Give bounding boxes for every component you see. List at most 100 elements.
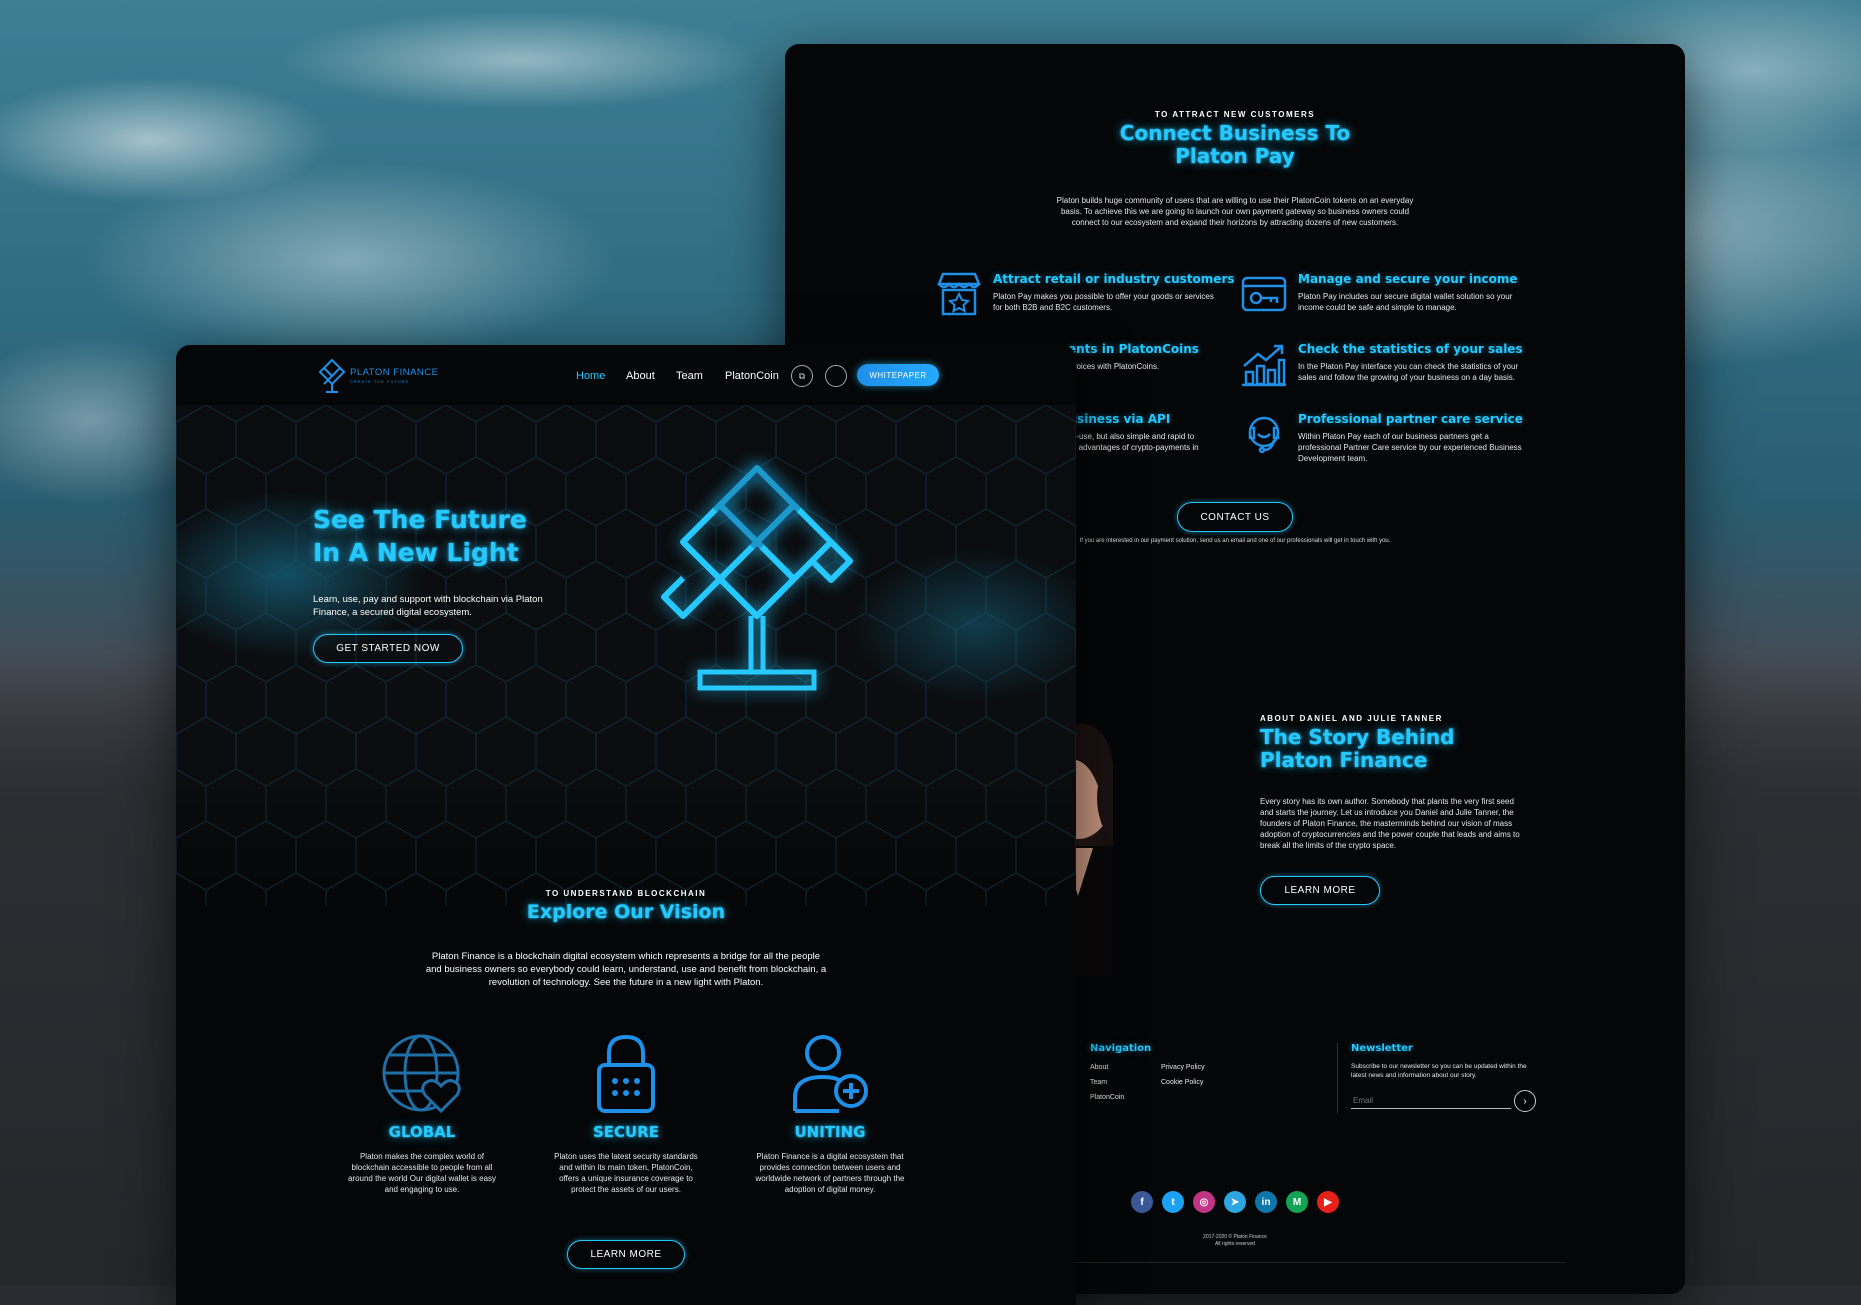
globe-heart-icon xyxy=(381,1033,463,1115)
vision-learn-more-button[interactable]: LEARN MORE xyxy=(567,1240,685,1269)
newsletter-submit-button[interactable]: › xyxy=(1514,1090,1536,1112)
whitepaper-button[interactable]: WHITEPAPER xyxy=(857,364,939,386)
feature-title: Check the statistics of your sales xyxy=(1298,342,1523,356)
story-title-line: Platon Finance xyxy=(1260,748,1428,772)
story-learn-more-button[interactable]: LEARN MORE xyxy=(1260,876,1380,905)
feature-desc-line: income could be safe and simple to manag… xyxy=(1298,303,1457,312)
language-button[interactable] xyxy=(825,365,847,387)
chevron-right-icon: › xyxy=(1523,1095,1527,1107)
feature-item: Professional partner care service Within… xyxy=(1298,412,1523,464)
pay-desc-line: basis. To achieve this we are going to l… xyxy=(1060,207,1410,216)
feature-desc-line: y the advantages of crypto-payments in xyxy=(1059,443,1199,452)
feature-desc-line: In the Platon Pay interface you can chec… xyxy=(1298,362,1519,371)
feature-title: business via API xyxy=(1060,412,1171,426)
feature-desc-line: for both B2B and B2C customers. xyxy=(993,303,1113,312)
hero-title: See The Future In A New Light xyxy=(313,503,527,569)
feature-item: Attract retail or industry customers Pla… xyxy=(993,272,1235,313)
feature-desc-line: Platon Finance is a digital ecosystem th… xyxy=(756,1152,904,1161)
vision-desc-line: Platon Finance is a blockchain digital e… xyxy=(431,951,821,962)
nav-platoncoin[interactable]: PlatonCoin xyxy=(725,370,779,382)
front-page-mockup: PLATON FINANCE CREATE THE FUTURE Home Ab… xyxy=(176,345,1076,1305)
contact-us-button[interactable]: CONTACT US xyxy=(1177,502,1293,532)
newsletter-email-input[interactable] xyxy=(1351,1092,1511,1109)
feature-desc-line: offers a unique insurance coverage to xyxy=(559,1174,693,1183)
pay-desc-line: Platon builds huge community of users th… xyxy=(1056,196,1414,205)
footer-link-team[interactable]: Team xyxy=(1090,1075,1124,1090)
feature-desc-line: worldwide network of partners through th… xyxy=(755,1174,905,1183)
pay-desc-line: connect to our ecosystem and expand thei… xyxy=(1071,218,1399,227)
medium-icon[interactable]: M xyxy=(1286,1191,1308,1213)
facebook-icon[interactable]: f xyxy=(1131,1191,1153,1213)
story-title-line: The Story Behind xyxy=(1260,725,1455,749)
card-key-icon xyxy=(1240,270,1288,318)
feature-desc-line: and engaging to use. xyxy=(384,1185,460,1194)
youtube-icon[interactable]: ▶ xyxy=(1317,1191,1339,1213)
feature-desc-line: blockchain accessible to people from all xyxy=(351,1163,493,1172)
feature-title: UNITING xyxy=(794,1123,866,1141)
wallet-icon-button[interactable]: ⧉ xyxy=(791,365,813,387)
nav-team[interactable]: Team xyxy=(676,370,703,382)
footer-link-about[interactable]: About xyxy=(1090,1060,1124,1075)
feature-desc-line: provides connection between users and xyxy=(759,1163,901,1172)
feature-desc: In the Platon Pay interface you can chec… xyxy=(1298,361,1523,383)
feature-desc: Platon Pay makes you possible to offer y… xyxy=(993,291,1235,313)
story-eyebrow: ABOUT DANIEL AND JULIE TANNER xyxy=(1260,714,1443,723)
vision-description: Platon Finance is a blockchain digital e… xyxy=(176,950,1076,989)
telegram-icon[interactable]: ➤ xyxy=(1224,1191,1246,1213)
lock-icon xyxy=(595,1033,657,1115)
hero-title-line: See The Future xyxy=(313,505,527,534)
feature-desc: Within Platon Pay each of our business p… xyxy=(1298,431,1523,464)
headset-icon xyxy=(1240,410,1288,458)
footer-nav-title: Navigation xyxy=(1090,1043,1152,1054)
feature-desc: Platon makes the complex world of blockch… xyxy=(326,1151,518,1195)
feature-desc-line: sales and follow the growing of your bus… xyxy=(1298,373,1516,382)
feature-desc-line: and within its main token, PlatonCoin, xyxy=(559,1163,693,1172)
feature-item: Manage and secure your income Platon Pay… xyxy=(1298,272,1518,313)
get-started-button[interactable]: GET STARTED NOW xyxy=(313,634,463,663)
platon-tree-emblem xyxy=(660,461,854,702)
feature-desc: Platon Finance is a digital ecosystem th… xyxy=(734,1151,926,1195)
pay-eyebrow: TO ATTRACT NEW CUSTOMERS xyxy=(1154,110,1316,119)
vision-title: Explore Our Vision xyxy=(526,901,726,923)
vision-eyebrow: TO UNDERSTAND BLOCKCHAIN xyxy=(545,889,707,898)
feature-desc-line: Platon Pay includes our secure digital w… xyxy=(1298,292,1513,301)
twitter-icon[interactable]: t xyxy=(1162,1191,1184,1213)
footer-link-cookie[interactable]: Cookie Policy xyxy=(1161,1075,1205,1090)
feature-title: SECURE xyxy=(592,1123,660,1141)
hero-desc-line: Learn, use, pay and support with blockch… xyxy=(313,594,543,605)
instagram-icon[interactable]: ◎ xyxy=(1193,1191,1215,1213)
platon-logo-icon[interactable] xyxy=(318,358,346,394)
hero-title-line: In A New Light xyxy=(313,538,519,567)
footer-bottom-divider xyxy=(1075,1262,1565,1263)
story-text-line: adoption of cryptocurrencies and the pow… xyxy=(1260,830,1520,839)
feature-title: Attract retail or industry customers xyxy=(993,272,1235,286)
store-icon xyxy=(935,270,983,318)
feature-uniting: UNITING Platon Finance is a digital ecos… xyxy=(734,1123,926,1195)
story-text-line: Every story has its own author. Somebody… xyxy=(1260,797,1514,806)
brand-name: PLATON FINANCE xyxy=(350,367,439,378)
feature-desc-line: Platon Pay makes you possible to offer y… xyxy=(993,292,1214,301)
nav-about[interactable]: About xyxy=(626,370,655,382)
feature-desc-line: Development team. xyxy=(1298,454,1368,463)
feature-title: ents in PlatonCoins xyxy=(1068,342,1199,356)
newsletter-desc-line: Subscribe to our newsletter so you can b… xyxy=(1351,1063,1527,1070)
feature-global: GLOBAL Platon makes the complex world of… xyxy=(326,1123,518,1195)
linkedin-icon[interactable]: in xyxy=(1255,1191,1277,1213)
footer-nav-col2: Privacy Policy Cookie Policy xyxy=(1161,1060,1205,1090)
footer-nav-col1: About Team PlatonCoin xyxy=(1090,1060,1124,1105)
pay-title-line: Platon Pay xyxy=(1175,144,1295,168)
story-text: Every story has its own author. Somebody… xyxy=(1260,796,1520,851)
story-text-line: break all the limits of the crypto space… xyxy=(1260,841,1397,850)
nav-home[interactable]: Home xyxy=(576,370,605,382)
story-text-line: founders of Platon Finance, the mastermi… xyxy=(1260,819,1513,828)
feature-desc-line: protect the assets of our users. xyxy=(571,1185,681,1194)
footer-link-platoncoin[interactable]: PlatonCoin xyxy=(1090,1090,1124,1105)
hero-desc-line: Finance, a secured digital ecosystem. xyxy=(313,607,472,618)
vision-desc-line: and business owners so everybody could l… xyxy=(425,964,827,975)
newsletter-desc: Subscribe to our newsletter so you can b… xyxy=(1351,1062,1527,1080)
hero-background xyxy=(176,405,1076,905)
feature-desc: sy-to-use, but also simple and rapid to y… xyxy=(1059,431,1199,453)
pay-description: Platon builds huge community of users th… xyxy=(785,195,1685,228)
footer-link-privacy[interactable]: Privacy Policy xyxy=(1161,1060,1205,1075)
story-title: The Story Behind Platon Finance xyxy=(1260,726,1454,772)
